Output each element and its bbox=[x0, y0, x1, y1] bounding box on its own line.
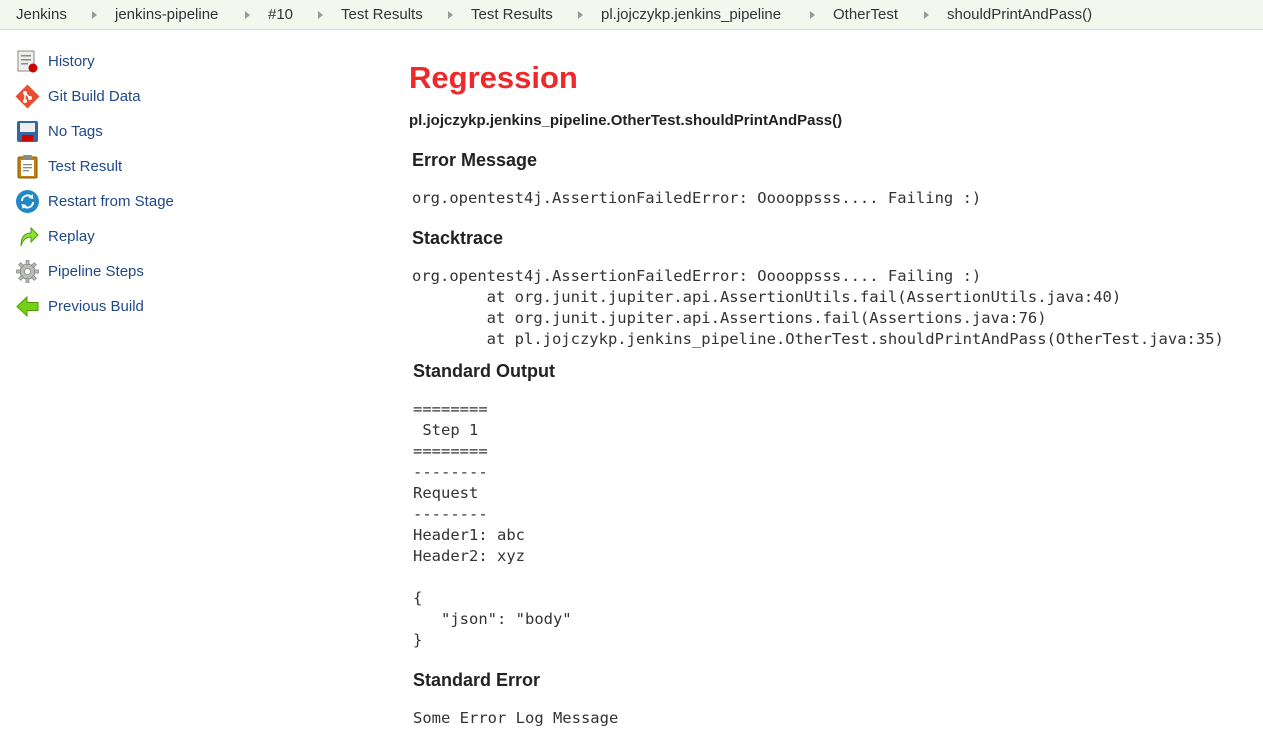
restart-icon bbox=[15, 189, 40, 214]
history-icon bbox=[15, 49, 40, 74]
sidebar-item-history[interactable]: History bbox=[15, 47, 95, 75]
breadcrumb-job[interactable]: jenkins-pipeline bbox=[115, 6, 218, 23]
previous-arrow-icon bbox=[15, 294, 40, 319]
breadcrumb-build[interactable]: #10 bbox=[268, 6, 293, 23]
sidebar-item-test-result[interactable]: Test Result bbox=[15, 152, 122, 180]
sidebar-item-label: Git Build Data bbox=[48, 87, 141, 105]
breadcrumb-package[interactable]: pl.jojczykp.jenkins_pipeline bbox=[601, 6, 781, 23]
breadcrumb-chevron-icon[interactable] bbox=[448, 11, 453, 19]
breadcrumb-chevron-icon[interactable] bbox=[92, 11, 97, 19]
breadcrumb-chevron-icon[interactable] bbox=[245, 11, 250, 19]
sidebar-item-label: Previous Build bbox=[48, 297, 144, 315]
sidebar-item-git-build-data[interactable]: Git Build Data bbox=[15, 82, 141, 110]
sidebar-item-label: Restart from Stage bbox=[48, 192, 174, 210]
page-title: Regression bbox=[409, 60, 578, 95]
sidebar-item-label: No Tags bbox=[48, 122, 103, 140]
breadcrumb-chevron-icon[interactable] bbox=[318, 11, 323, 19]
stacktrace-heading: Stacktrace bbox=[412, 228, 504, 248]
error-message-text: org.opentest4j.AssertionFailedError: Ooo… bbox=[412, 189, 982, 207]
sidebar-item-restart-from-stage[interactable]: Restart from Stage bbox=[15, 187, 174, 215]
stacktrace-text: org.opentest4j.AssertionFailedError: Ooo… bbox=[412, 267, 1224, 348]
standard-error-text: Some Error Log Message bbox=[413, 709, 619, 727]
breadcrumb: Jenkins jenkins-pipeline #10 Test Result… bbox=[0, 0, 1263, 30]
sidebar-item-replay[interactable]: Replay bbox=[15, 222, 95, 250]
breadcrumb-test-results[interactable]: Test Results bbox=[341, 6, 423, 23]
breadcrumb-test-results-2[interactable]: Test Results bbox=[471, 6, 553, 23]
breadcrumb-class[interactable]: OtherTest bbox=[833, 6, 898, 23]
sidebar-item-label: History bbox=[48, 52, 95, 70]
test-name: pl.jojczykp.jenkins_pipeline.OtherTest.s… bbox=[409, 112, 843, 129]
error-message-heading: Error Message bbox=[412, 150, 538, 170]
sidebar-item-previous-build[interactable]: Previous Build bbox=[15, 292, 144, 320]
sidebar-item-label: Replay bbox=[48, 227, 95, 245]
breadcrumb-method[interactable]: shouldPrintAndPass() bbox=[947, 6, 1092, 23]
standard-output-heading: Standard Output bbox=[413, 361, 555, 381]
replay-icon bbox=[15, 224, 40, 249]
sidebar-item-label: Pipeline Steps bbox=[48, 262, 144, 280]
sidebar-item-no-tags[interactable]: No Tags bbox=[15, 117, 103, 145]
breadcrumb-chevron-icon[interactable] bbox=[810, 11, 815, 19]
sidebar-item-pipeline-steps[interactable]: Pipeline Steps bbox=[15, 257, 144, 285]
gear-icon bbox=[15, 259, 40, 284]
breadcrumb-jenkins[interactable]: Jenkins bbox=[16, 6, 67, 23]
standard-error-heading: Standard Error bbox=[413, 670, 541, 690]
save-icon bbox=[15, 119, 40, 144]
sidebar-item-label: Test Result bbox=[48, 157, 123, 175]
breadcrumb-chevron-icon[interactable] bbox=[578, 11, 583, 19]
clipboard-icon bbox=[15, 154, 40, 179]
git-icon bbox=[15, 83, 40, 109]
breadcrumb-chevron-icon[interactable] bbox=[924, 11, 929, 19]
standard-output-text: ======== Step 1 ======== -------- Reques… bbox=[413, 400, 572, 649]
